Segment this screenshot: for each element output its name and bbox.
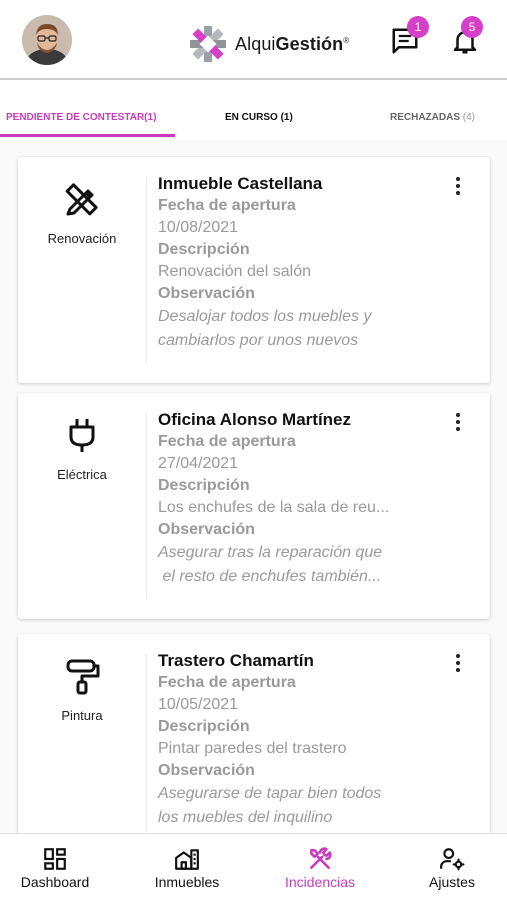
- descripcion-value: Renovación del salón: [158, 263, 311, 280]
- active-tab-indicator: [0, 134, 175, 137]
- card-divider: [146, 413, 147, 599]
- tab-en-curso[interactable]: EN CURSO (1): [225, 112, 293, 123]
- tab-count: (4): [462, 112, 476, 123]
- category-label: Eléctrica: [57, 467, 107, 482]
- bottom-navigation: Dashboard Inmuebles Incidencias Ajustes: [0, 833, 507, 900]
- nav-label: Inmuebles: [154, 874, 220, 890]
- card-divider: [146, 654, 147, 833]
- incidencias-list[interactable]: Renovación Inmueble Castellana Fecha de …: [0, 140, 507, 833]
- observacion-label: Observación: [158, 285, 255, 302]
- card-body: Trastero Chamartín Fecha de apertura 10/…: [158, 650, 448, 830]
- tab-label: PENDIENTE DE CONTESTAR: [6, 112, 145, 123]
- card-divider: [146, 177, 147, 363]
- incidencia-card[interactable]: Renovación Inmueble Castellana Fecha de …: [18, 157, 490, 383]
- fecha-label: Fecha de apertura: [158, 197, 296, 214]
- property-title: Trastero Chamartín: [158, 651, 314, 670]
- pencil-ruler-icon: [65, 183, 98, 216]
- nav-label: Dashboard: [20, 874, 90, 890]
- descripcion-value: Los enchufes de la sala de reu...: [158, 499, 390, 516]
- tab-rechazadas[interactable]: RECHAZADAS (4): [390, 112, 475, 123]
- observacion-label: Observación: [158, 521, 255, 538]
- messages-button[interactable]: 1: [390, 16, 429, 56]
- incidencia-card[interactable]: Pintura Trastero Chamartín Fecha de aper…: [18, 634, 490, 833]
- more-options-icon[interactable]: [448, 177, 468, 201]
- fecha-value: 10/05/2021: [158, 696, 239, 713]
- tools-icon: [310, 847, 332, 869]
- messages-badge: 1: [407, 16, 429, 38]
- plug-icon: [69, 419, 95, 452]
- property-title: Inmueble Castellana: [158, 174, 323, 193]
- observacion-line: el resto de enchufes también...: [158, 568, 382, 585]
- nav-dashboard[interactable]: Dashboard: [0, 834, 110, 900]
- fecha-label: Fecha de apertura: [158, 433, 296, 450]
- notifications-badge: 5: [461, 16, 483, 38]
- brand-logo: AlquiGestión®: [187, 24, 349, 64]
- notifications-button[interactable]: 5: [450, 16, 483, 56]
- status-tabs: PENDIENTE DE CONTESTAR(1) EN CURSO (1) R…: [0, 82, 507, 140]
- observacion-line: Asegurarse de tapar bien todos: [158, 785, 382, 802]
- descripcion-value: Pintar paredes del trastero: [158, 740, 347, 757]
- card-body: Inmueble Castellana Fecha de apertura 10…: [158, 173, 448, 353]
- descripcion-label: Descripción: [158, 241, 250, 258]
- category-label: Pintura: [61, 708, 103, 723]
- nav-incidencias[interactable]: Incidencias: [265, 834, 375, 900]
- tab-label: RECHAZADAS: [390, 112, 460, 123]
- incidencia-card[interactable]: Eléctrica Oficina Alonso Martínez Fecha …: [18, 393, 490, 619]
- nav-label: Ajustes: [429, 874, 475, 890]
- tab-count: (1): [280, 112, 293, 123]
- building-icon: [175, 849, 199, 870]
- nav-inmuebles[interactable]: Inmuebles: [132, 834, 242, 900]
- nav-ajustes[interactable]: Ajustes: [397, 834, 507, 900]
- property-title: Oficina Alonso Martínez: [158, 410, 352, 429]
- tab-pendiente[interactable]: PENDIENTE DE CONTESTAR(1): [6, 112, 156, 123]
- tab-label: EN CURSO: [225, 112, 278, 123]
- dashboard-icon: [44, 848, 66, 870]
- descripcion-label: Descripción: [158, 477, 250, 494]
- app-header: AlquiGestión® 1 5: [0, 0, 507, 80]
- nav-label: Incidencias: [284, 874, 356, 890]
- observacion-line: Asegurar tras la reparación que: [158, 544, 383, 561]
- fecha-value: 27/04/2021: [158, 455, 239, 472]
- category-label: Renovación: [47, 231, 117, 246]
- brand-name: AlquiGestión®: [235, 33, 350, 54]
- paint-roller-icon: [66, 659, 100, 695]
- card-body: Oficina Alonso Martínez Fecha de apertur…: [158, 409, 448, 589]
- tab-count: (1): [144, 112, 157, 123]
- observacion-line: cambiarlos por unos nuevos: [158, 332, 359, 349]
- logo-mark-icon: [190, 26, 226, 62]
- fecha-label: Fecha de apertura: [158, 674, 296, 691]
- more-options-icon[interactable]: [448, 654, 468, 678]
- fecha-value: 10/08/2021: [158, 219, 239, 236]
- user-settings-icon: [440, 848, 465, 871]
- more-options-icon[interactable]: [448, 413, 468, 437]
- descripcion-label: Descripción: [158, 718, 250, 735]
- observacion-line: Desalojar todos los muebles y: [158, 308, 372, 325]
- avatar[interactable]: [22, 15, 72, 65]
- observacion-label: Observación: [158, 762, 255, 779]
- observacion-line: los muebles del inquilino: [158, 809, 333, 826]
